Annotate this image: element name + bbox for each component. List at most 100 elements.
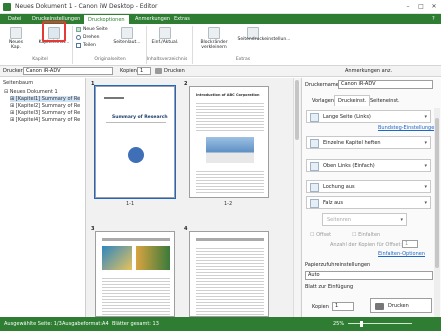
fold-checkbox[interactable]: ☐ Einfalten xyxy=(352,232,380,238)
page-photo xyxy=(136,246,170,270)
print-button[interactable]: Drucken xyxy=(164,68,185,74)
page-text-block xyxy=(196,246,264,316)
tree-item-label: [Kapitel2] Summary of Re xyxy=(15,103,81,109)
printer-select[interactable]: Canon iR-ADV xyxy=(23,67,113,75)
fold-select[interactable]: Falz aus ▾ xyxy=(306,196,431,209)
tab-annotations[interactable]: Anmerkungen xyxy=(131,14,174,24)
tree-item[interactable]: ⊞ [Kapitel4] Summary of Re xyxy=(10,117,80,123)
tab-extras[interactable]: Extras xyxy=(170,14,194,24)
new-page-button[interactable]: Neue Seite xyxy=(83,27,108,32)
zoom-slider[interactable] xyxy=(348,323,412,324)
punch-select[interactable]: Lochung aus ▾ xyxy=(306,180,431,193)
zoom-slider-thumb[interactable] xyxy=(360,321,363,327)
toc-icon[interactable] xyxy=(159,27,171,39)
fold-options-link[interactable]: Einfalten-Optionen xyxy=(378,251,425,257)
printer-icon xyxy=(155,68,162,74)
minimize-button[interactable]: – xyxy=(402,2,414,11)
group-label-toc: Inhaltsverzeichnis xyxy=(146,57,188,62)
print-settings-panel: Druckername: Canon iR-ADV Vorlagen Druck… xyxy=(301,78,441,318)
page-tree-panel: Seitenbaum ⊟ Neues Dokument 1 ⊞ [Kapitel… xyxy=(0,78,86,317)
staple-position-value: Oben Links (Einfach) xyxy=(323,163,375,169)
page-number-settings-button[interactable]: Seitendruckeinstellun... xyxy=(236,37,292,42)
print-button-panel[interactable]: Drucken xyxy=(370,298,432,313)
page-thumbnail[interactable] xyxy=(189,231,269,317)
page-view: 1 Summary of Research 1-1 2 Introduction… xyxy=(86,78,301,317)
offset-count-input[interactable]: 1 xyxy=(402,240,418,248)
copies-label-panel: Kopien xyxy=(312,304,329,310)
scrollbar-thumb[interactable] xyxy=(295,80,299,140)
page-text-block xyxy=(196,101,264,131)
maximize-button[interactable]: □ xyxy=(415,2,427,11)
help-icon[interactable]: ? xyxy=(428,14,439,24)
tree-item[interactable]: ⊞ [Kapitel2] Summary of Re xyxy=(10,103,80,109)
staple-value: Einzelne Kapitel heften xyxy=(323,140,381,146)
chevron-down-icon: ▾ xyxy=(424,114,427,120)
staple-icon xyxy=(310,139,319,148)
chevron-down-icon: ▾ xyxy=(424,200,427,206)
staple-select[interactable]: Einzelne Kapitel heften ▾ xyxy=(306,136,431,149)
page-layout-icon[interactable] xyxy=(121,27,133,39)
punch-value: Lochung aus xyxy=(323,184,355,190)
show-annotations-toggle[interactable]: Anmerkungen anz. xyxy=(345,68,392,74)
output-format-status: Ausgabeformat:A4 xyxy=(62,321,109,327)
group-label-original: Originalseiten xyxy=(94,57,126,62)
tab-file[interactable]: Datei xyxy=(4,14,25,24)
page-text-line xyxy=(196,238,264,241)
tab-page-settings[interactable]: Seiteneinst. xyxy=(370,98,400,104)
page-thumbnail[interactable]: Summary of Research xyxy=(94,85,176,199)
divider xyxy=(72,26,73,64)
tab-print-options[interactable]: Druckoptionen xyxy=(83,14,130,24)
printer-label: Drucker xyxy=(3,68,23,74)
offset-checkbox[interactable]: ☐ Offset xyxy=(310,232,331,238)
chevron-down-icon: ▾ xyxy=(400,217,403,223)
sheets-status: Blätter gesamt: 13 xyxy=(112,321,159,327)
fold-label: Einfalten xyxy=(358,232,381,238)
tab-print-settings-panel[interactable]: Druckeinst. xyxy=(334,95,371,106)
split-button[interactable]: Teilen xyxy=(83,43,96,48)
fold-icon xyxy=(310,199,319,208)
page-thumbnail[interactable]: Introduction of ABC Corporation xyxy=(189,86,269,198)
tree-item-label: [Kapitel3] Summary of Re xyxy=(15,110,81,116)
page-layout-button[interactable]: Seitenlaut... xyxy=(110,40,144,45)
blank-remove-button[interactable]: Blockränder verkleinern xyxy=(196,40,232,50)
staple-position-select[interactable]: Oben Links (Einfach) ▾ xyxy=(306,159,431,172)
page-label: 1-2 xyxy=(224,201,233,207)
highlight-box xyxy=(42,21,66,42)
toc-insert-button[interactable]: Einf./Aktual. xyxy=(148,40,182,45)
new-chapter-icon[interactable] xyxy=(10,27,22,39)
copies-input[interactable]: 1 xyxy=(137,67,151,75)
binding-value: Lange Seite (Links) xyxy=(323,114,371,120)
page-text-block xyxy=(102,276,170,316)
app-icon xyxy=(3,3,11,11)
chevron-down-icon: ▾ xyxy=(424,140,427,146)
split-icon xyxy=(76,43,81,48)
fold-side-select[interactable]: Seitenren ▾ xyxy=(322,213,407,226)
page-text-line xyxy=(106,122,166,123)
chevron-down-icon: ▾ xyxy=(424,184,427,190)
scrollbar-thumb[interactable] xyxy=(435,118,439,268)
paper-source-select[interactable]: Auto xyxy=(305,271,433,280)
chevron-down-icon: ▾ xyxy=(424,163,427,169)
tree-item[interactable]: ⊟ Neues Dokument 1 xyxy=(4,89,58,95)
binding-select[interactable]: Lange Seite (Links) ▾ xyxy=(306,110,431,123)
page-thumbnail[interactable] xyxy=(95,231,175,317)
tab-templates[interactable]: Vorlagen xyxy=(312,98,334,104)
tree-item[interactable]: ⊞ [Kapitel3] Summary of Re xyxy=(10,110,80,116)
page-photo xyxy=(206,137,254,163)
copies-label: Kopien xyxy=(120,68,137,74)
copies-input-panel[interactable]: 1 xyxy=(332,302,354,311)
vertical-scrollbar[interactable] xyxy=(293,78,300,317)
gutter-settings-link[interactable]: Bundsteg-Einstellungen xyxy=(378,125,437,131)
close-button[interactable]: ✕ xyxy=(428,2,440,11)
printer-name-label: Druckername: xyxy=(305,82,341,88)
window-title: Neues Dokument 1 - Canon iW Desktop - Ed… xyxy=(15,3,158,10)
printer-name-select[interactable]: Canon iR-ADV xyxy=(338,80,433,89)
logo-image xyxy=(128,147,144,163)
new-chapter-button[interactable]: Neues Kap. xyxy=(4,40,28,50)
binding-icon xyxy=(310,113,319,122)
rotate-button[interactable]: Drehen xyxy=(83,35,99,40)
panel-scrollbar[interactable] xyxy=(434,108,440,318)
page-number: 4 xyxy=(184,226,188,232)
blank-remove-icon[interactable] xyxy=(208,27,220,39)
tree-item-selected[interactable]: ⊞ [Kapitel1] Summary of Re xyxy=(10,96,80,102)
